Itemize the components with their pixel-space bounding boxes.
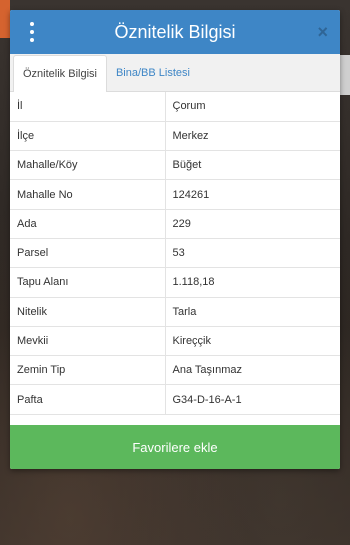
- attribute-key: İl: [10, 92, 166, 122]
- attribute-key: Nitelik: [10, 297, 166, 327]
- background-accent-right: [340, 55, 350, 95]
- close-icon[interactable]: ×: [317, 22, 328, 42]
- attribute-value: G34-D-16-A-1: [165, 384, 340, 415]
- attribute-value: Ana Taşınmaz: [165, 355, 340, 386]
- vertical-dots-icon: [30, 22, 34, 26]
- table-row: Pafta G34-D-16-A-1: [10, 384, 340, 415]
- attribute-value: Çorum: [165, 92, 340, 122]
- table-row: İlçe Merkez: [10, 121, 340, 152]
- attribute-value: 229: [165, 209, 340, 239]
- table-row: Ada 229: [10, 209, 340, 239]
- vertical-dots-icon: [30, 38, 34, 42]
- attribute-key: Parsel: [10, 238, 166, 269]
- attribute-key: Zemin Tip: [10, 355, 166, 386]
- attribute-value: 53: [165, 238, 340, 269]
- table-row: Zemin Tip Ana Taşınmaz: [10, 355, 340, 386]
- attribute-value: Kireççik: [165, 326, 340, 357]
- table-row: Nitelik Tarla: [10, 297, 340, 327]
- table-row: Parsel 53: [10, 238, 340, 269]
- attribute-key: Ada: [10, 209, 166, 239]
- table-row: Tapu Alanı 1.118,18: [10, 267, 340, 298]
- tab-attribute-info[interactable]: Öznitelik Bilgisi: [13, 55, 107, 92]
- attribute-key: Mahalle/Köy: [10, 150, 166, 181]
- attribute-key: Mahalle No: [10, 179, 166, 210]
- tab-bar: Öznitelik Bilgisi Bina/BB Listesi: [10, 54, 340, 92]
- menu-button[interactable]: [26, 22, 38, 42]
- attribute-table: İl Çorum İlçe Merkez Mahalle/Köy Büğet M…: [10, 92, 340, 415]
- modal-header: Öznitelik Bilgisi ×: [10, 10, 340, 54]
- vertical-dots-icon: [30, 30, 34, 34]
- attribute-value: Tarla: [165, 297, 340, 327]
- add-to-favorites-button[interactable]: Favorilere ekle: [10, 425, 340, 469]
- table-row: İl Çorum: [10, 92, 340, 122]
- table-row: Mahalle No 124261: [10, 179, 340, 210]
- table-row: Mevkii Kireççik: [10, 326, 340, 357]
- table-row: Mahalle/Köy Büğet: [10, 150, 340, 181]
- tab-building-list[interactable]: Bina/BB Listesi: [107, 55, 199, 91]
- background-accent-left: [0, 0, 10, 38]
- attribute-key: İlçe: [10, 121, 166, 152]
- attribute-key: Mevkii: [10, 326, 166, 357]
- modal-title: Öznitelik Bilgisi: [114, 21, 236, 42]
- attribute-value: Merkez: [165, 121, 340, 152]
- attribute-key: Tapu Alanı: [10, 267, 166, 298]
- attribute-info-modal: Öznitelik Bilgisi × Öznitelik Bilgisi Bi…: [10, 10, 340, 469]
- attribute-value: Büğet: [165, 150, 340, 181]
- attribute-key: Pafta: [10, 384, 166, 415]
- attribute-value: 1.118,18: [165, 267, 340, 298]
- attribute-value: 124261: [165, 179, 340, 210]
